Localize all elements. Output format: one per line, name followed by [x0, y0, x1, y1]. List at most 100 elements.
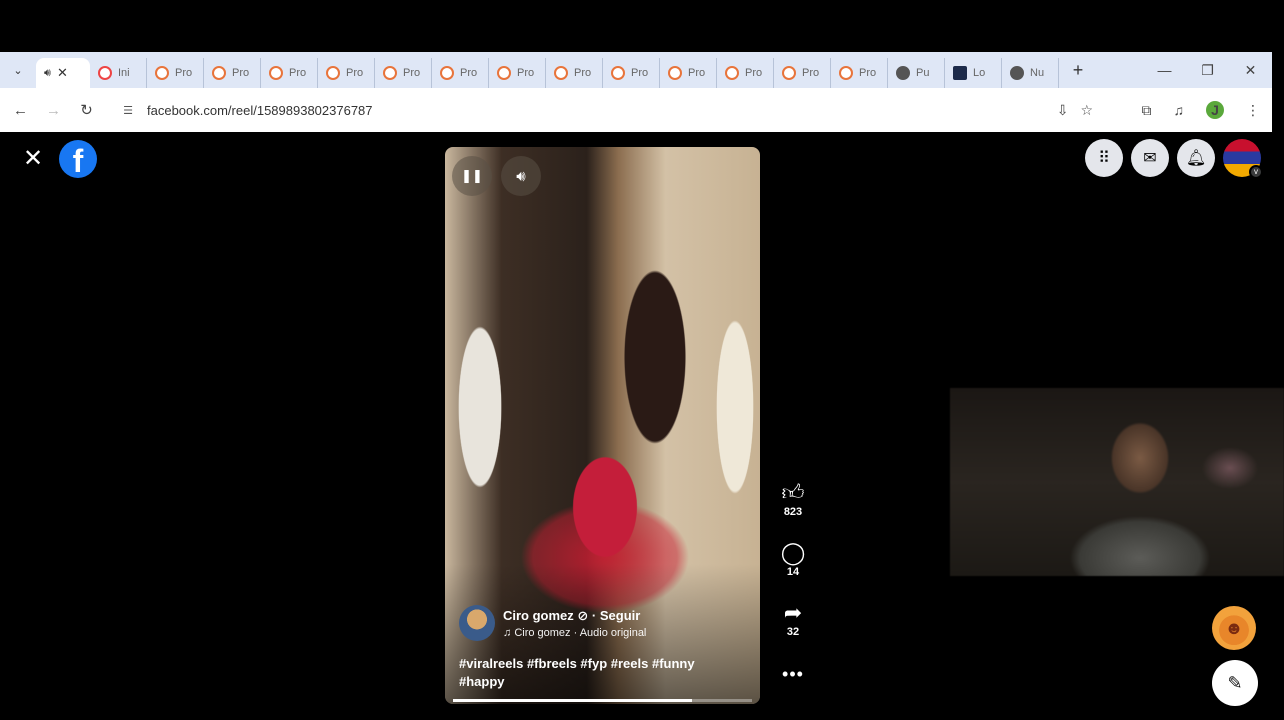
tab[interactable]: Pro [375, 58, 432, 88]
close-reel-icon[interactable]: ✕ [22, 147, 44, 171]
tab[interactable]: Pro [432, 58, 489, 88]
volume-icon[interactable]: 🔊︎ [501, 156, 541, 196]
install-app-icon[interactable]: ⇩ [1057, 102, 1069, 119]
back-icon[interactable]: ← [4, 102, 37, 119]
tab[interactable]: Pro [660, 58, 717, 88]
tab-favicon-icon [725, 66, 739, 80]
extensions-icon[interactable]: ⧉ [1142, 102, 1152, 119]
account-avatar[interactable]: v [1223, 139, 1263, 179]
tab-label: Pro [631, 67, 649, 79]
tab-label: Pro [859, 67, 877, 79]
share-arrow-icon[interactable]: ➦ [784, 600, 802, 626]
menu-dots-icon[interactable]: ⋮ [1246, 102, 1260, 119]
tab[interactable]: Pro [204, 58, 261, 88]
tab-favicon-icon [839, 66, 853, 80]
tab-label: Pro [517, 67, 535, 79]
tab-active[interactable]: 🔊︎ ✕ [36, 58, 90, 88]
pause-icon[interactable]: ❚❚ [452, 156, 492, 196]
window-controls: — ❐ ✕ [1143, 52, 1272, 88]
bookmark-star-icon[interactable]: ☆ [1080, 102, 1093, 119]
verified-icon: ⊘ · [577, 607, 600, 623]
comment-bubble-icon[interactable]: ◯ [781, 540, 806, 566]
like-count: 823 [783, 506, 803, 518]
tab[interactable]: Pro [831, 58, 888, 88]
reel-video[interactable]: ❚❚ 🔊︎ Ciro gomez ⊘ · Seguir ♫ Ciro gomez… [445, 147, 760, 704]
tab-label: Pro [403, 67, 421, 79]
more-options-icon[interactable]: ••• [782, 664, 804, 685]
url-text[interactable]: facebook.com/reel/1589893802376787 [147, 103, 373, 118]
tab-label: Lo [973, 67, 986, 79]
messenger-icon[interactable]: ✉ [1131, 139, 1169, 177]
tab-label: Pro [289, 67, 307, 79]
tab-label: Pro [175, 67, 193, 79]
tab-favicon-icon [782, 66, 796, 80]
tab-strip: ⌄ 🔊︎ ✕ Ini Pro Pro Pro Pro Pro Pro Pro Pro Pro Pro Pr… [0, 52, 1272, 88]
notifications-bell-icon[interactable]: 🔔︎ [1177, 139, 1215, 177]
audio-label: Ciro gomez · Audio original [514, 626, 647, 639]
new-message-compose-icon[interactable]: ✎ [1212, 660, 1258, 706]
tab[interactable]: Pro [774, 58, 831, 88]
tab[interactable]: Pro [603, 58, 660, 88]
tab-audio-icon[interactable]: 🔊︎ [44, 67, 51, 80]
tab[interactable]: Pro [489, 58, 546, 88]
tab-favicon-icon [611, 66, 625, 80]
author-avatar[interactable] [459, 605, 495, 641]
video-progress-bar[interactable] [453, 699, 752, 702]
share-count: 32 [786, 626, 800, 638]
hashtags-line-2[interactable]: #happy [459, 673, 746, 691]
tab-favicon-icon [896, 66, 910, 80]
like-action[interactable]: 👍︎ 823 [782, 480, 805, 540]
author-row: Ciro gomez ⊘ · Seguir ♫ Ciro gomez · Aud… [459, 605, 746, 641]
site-info-icon[interactable]: ☰ [115, 104, 141, 117]
omnibox[interactable]: ☰ facebook.com/reel/1589893802376787 ⇩ ☆ [113, 94, 1103, 126]
tab-close-icon[interactable]: ✕ [57, 65, 68, 81]
close-window-icon[interactable]: ✕ [1229, 62, 1272, 79]
tab-label: Ini [118, 67, 130, 79]
tab-label: Pro [574, 67, 592, 79]
hashtags[interactable]: #viralreels #fbreels #fyp #reels #funny … [459, 655, 746, 691]
new-tab-button[interactable]: + [1063, 60, 1093, 81]
media-controls-icon[interactable]: ♫ [1174, 102, 1185, 118]
facebook-logo[interactable]: f [59, 140, 97, 178]
browser-chrome: ⌄ 🔊︎ ✕ Ini Pro Pro Pro Pro Pro Pro Pro Pro Pro Pro Pr… [0, 52, 1272, 132]
tab-favicon-icon [1010, 66, 1024, 80]
audio-line[interactable]: ♫ Ciro gomez · Audio original [503, 627, 646, 639]
comment-count: 14 [786, 566, 800, 578]
tab-label: Pro [688, 67, 706, 79]
tab-favicon-icon [440, 66, 454, 80]
toolbar-right: ⧉ ♫ J ⋮ [1142, 88, 1260, 132]
share-action[interactable]: ➦ 32 [784, 600, 802, 660]
author-name[interactable]: Ciro gomez [503, 608, 574, 623]
tab-favicon-icon [98, 66, 112, 80]
tab[interactable]: Nu [1002, 58, 1059, 88]
tab-favicon-icon [497, 66, 511, 80]
tab[interactable]: Lo [945, 58, 1002, 88]
restore-icon[interactable]: ❐ [1186, 62, 1229, 79]
chat-contact-avatar[interactable]: ☻ [1212, 606, 1256, 650]
hashtags-line-1[interactable]: #viralreels #fbreels #fyp #reels #funny [459, 655, 746, 673]
reload-icon[interactable]: ↻ [70, 101, 103, 119]
tab[interactable]: Pro [147, 58, 204, 88]
tab-favicon-icon [155, 66, 169, 80]
tab-label: Pro [460, 67, 478, 79]
address-bar: ← → ↻ ☰ facebook.com/reel/15898938023767… [0, 88, 1272, 132]
tab[interactable]: Pro [717, 58, 774, 88]
menu-grid-icon[interactable]: ⠿ [1085, 139, 1123, 177]
comment-action[interactable]: ◯ 14 [781, 540, 806, 600]
tab[interactable]: Pro [546, 58, 603, 88]
tab-search-chevron-icon[interactable]: ⌄ [0, 52, 36, 88]
tab-favicon-icon [668, 66, 682, 80]
tab-label: Pro [745, 67, 763, 79]
tab-label: Pro [232, 67, 250, 79]
tab[interactable]: Pro [261, 58, 318, 88]
forward-icon[interactable]: → [37, 102, 70, 119]
like-thumb-icon[interactable]: 👍︎ [782, 480, 805, 506]
tab-favicon-icon [554, 66, 568, 80]
tab[interactable]: Pu [888, 58, 945, 88]
minimize-icon[interactable]: — [1143, 62, 1186, 78]
tab[interactable]: Ini [90, 58, 147, 88]
tab-favicon-icon [383, 66, 397, 80]
tab[interactable]: Pro [318, 58, 375, 88]
profile-avatar[interactable]: J [1206, 101, 1224, 119]
follow-button[interactable]: Seguir [600, 608, 640, 623]
